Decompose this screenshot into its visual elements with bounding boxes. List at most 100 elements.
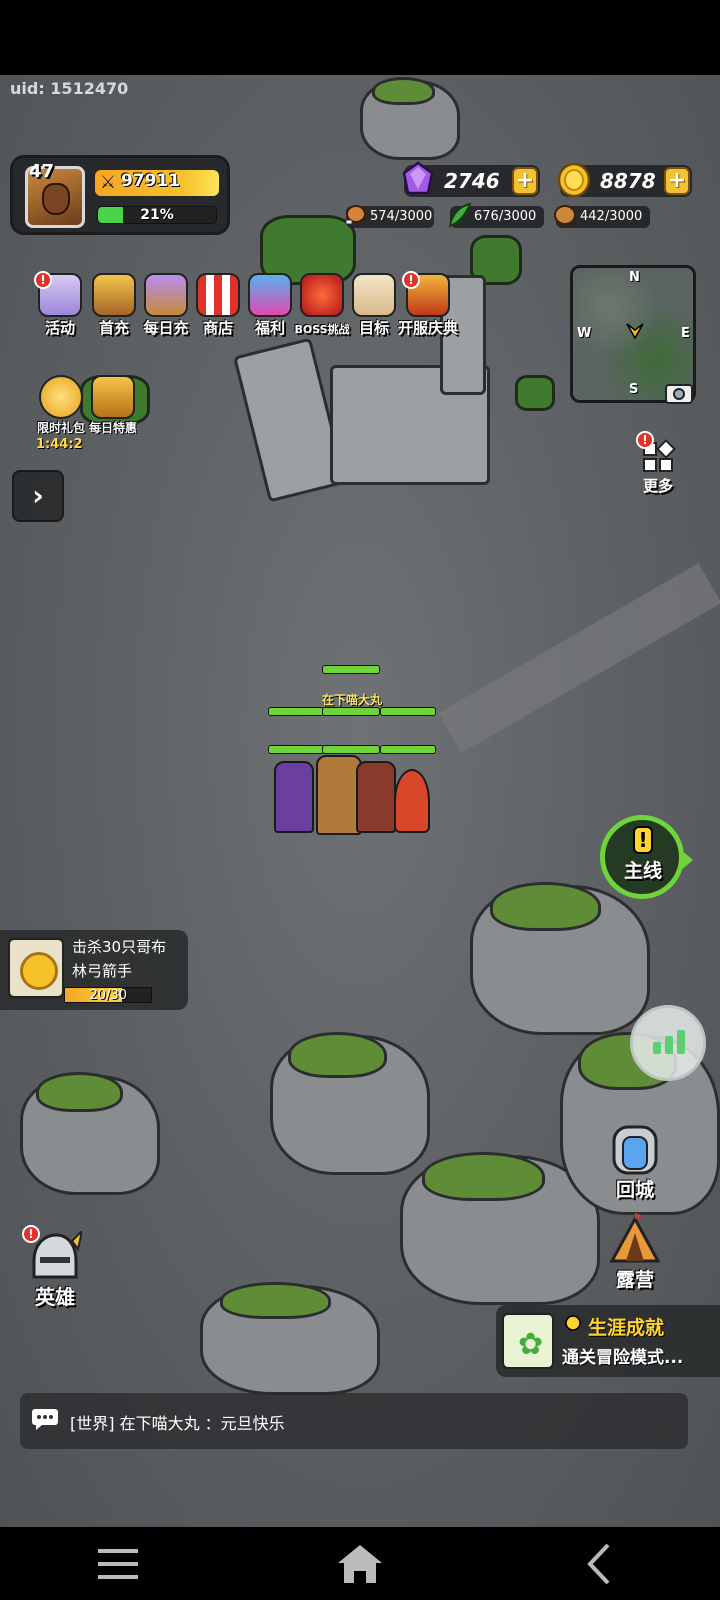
treasure-cart-icon: [144, 273, 188, 317]
gold-counter: 8878 +: [557, 162, 692, 198]
add-gold-button[interactable]: +: [664, 167, 690, 195]
signal-bars-icon: [653, 1042, 661, 1054]
career-achievement[interactable]: ✿ 生涯成就 通关冒险模式...: [496, 1305, 720, 1377]
gem-amount: 2746: [444, 169, 500, 193]
hero-barbarian: [356, 761, 396, 833]
main-quest-button[interactable]: ! 主线: [600, 815, 693, 899]
clover-icon: ✿: [502, 1313, 554, 1369]
gift-box-icon: [248, 273, 292, 317]
hp-bar: [322, 745, 380, 754]
hp-bar: [268, 745, 324, 754]
gem-icon: [402, 161, 434, 195]
herb-amount: 676/3000: [474, 209, 537, 224]
world-chat-bar[interactable]: [世界] 在下喵大丸 ：元旦快乐: [20, 1393, 688, 1449]
tent-icon: [609, 1213, 661, 1263]
achievement-title: 生涯成就: [588, 1317, 665, 1339]
more-button[interactable]: ! 更多: [634, 431, 682, 497]
hp-bar: [322, 665, 380, 674]
portal-icon: [612, 1125, 658, 1175]
seed-amount: 442/3000: [580, 209, 643, 224]
activity-first-charge[interactable]: 首充: [88, 273, 140, 341]
back-icon[interactable]: [570, 1541, 630, 1587]
scroll-icon: [352, 273, 396, 317]
resource-herb: 676/3000: [448, 202, 544, 228]
shop-icon: [196, 273, 240, 317]
gold-coin-icon: [8, 938, 64, 998]
player-level: 47: [29, 161, 55, 182]
alert-badge-icon: !: [22, 1225, 40, 1243]
squad-leader-name: 在下喵大丸: [322, 693, 383, 707]
user-id: uid: 1512470: [10, 79, 129, 98]
compass-west: W: [577, 326, 592, 341]
return-city-button[interactable]: 回城: [600, 1123, 670, 1203]
heroes-button[interactable]: ! 英雄: [22, 1225, 88, 1311]
achievement-subtitle: 通关冒险模式...: [562, 1348, 684, 1368]
stopwatch-icon: [39, 375, 83, 419]
exp-percent: 21%: [140, 207, 174, 223]
activity-goals[interactable]: 目标: [348, 273, 400, 341]
menu-icon[interactable]: [88, 1541, 148, 1587]
boulder: [270, 1032, 430, 1175]
hero-squad[interactable]: 在下喵大丸: [260, 665, 460, 855]
demon-icon: [300, 273, 344, 317]
meat-icon: [345, 205, 366, 225]
hp-bar: [268, 707, 324, 716]
boulder: [360, 77, 460, 160]
chat-bubble-icon: [32, 1409, 58, 1430]
home-icon[interactable]: [330, 1541, 390, 1587]
quest-progress-bar: 20/30: [64, 987, 152, 1003]
exclamation-icon: !: [633, 826, 653, 854]
hero-mage: [274, 761, 314, 833]
activity-daily-deal[interactable]: 每日特惠: [86, 375, 140, 449]
expand-menu-button[interactable]: ›: [12, 470, 64, 522]
seed-icon: [554, 205, 576, 225]
status-bar: [0, 0, 720, 75]
alert-badge-icon: !: [402, 271, 420, 289]
network-signal-button[interactable]: [630, 1005, 706, 1081]
gem-counter: 2746 +: [402, 161, 540, 197]
activity-boss-challenge[interactable]: BOSS挑战: [294, 273, 350, 341]
herb-icon: [448, 202, 472, 228]
medal-icon: [565, 1315, 581, 1331]
camera-icon[interactable]: [662, 375, 696, 409]
quest-text-line1: 击杀30只哥布: [72, 938, 167, 956]
arrow-right-icon: [681, 850, 693, 870]
hp-bar: [322, 707, 380, 716]
add-gems-button[interactable]: +: [512, 167, 538, 195]
alert-badge-icon: !: [34, 271, 52, 289]
pack-timer: 1:44:2: [36, 437, 83, 452]
boulder: [200, 1282, 380, 1395]
combat-power: 97911: [121, 171, 181, 191]
resource-seed: 442/3000: [554, 205, 650, 228]
boulder: [20, 1072, 160, 1195]
crossed-swords-icon: ⚔: [99, 172, 117, 193]
activity-server-celebration[interactable]: ! 开服庆典: [398, 271, 458, 341]
gold-amount: 8878: [600, 169, 656, 193]
chat-message: [世界] 在下喵大丸 ：元旦快乐: [70, 1414, 285, 1433]
game-map[interactable]: uid: 1512470 47 ⚔ 97911 21% 2746 + 8878 …: [0, 75, 720, 1527]
player-panel[interactable]: 47 ⚔ 97911 21%: [10, 155, 230, 235]
hero-archer: [394, 769, 430, 833]
compass-south: S: [629, 382, 639, 397]
quest-text-line2: 林弓箭手: [72, 962, 133, 980]
player-location-icon: [626, 323, 644, 340]
activity-daily-charge[interactable]: 每日充: [140, 273, 192, 341]
compass-north: N: [629, 270, 640, 285]
resource-meat: 574/3000: [345, 205, 434, 228]
activity-shop[interactable]: 商店: [192, 273, 244, 341]
camp-button[interactable]: 露营: [600, 1213, 670, 1293]
quest-tracker[interactable]: 击杀30只哥布 林弓箭手 20/30: [0, 930, 188, 1010]
king-icon: [92, 273, 136, 317]
boulder: [470, 882, 650, 1035]
scale-icon: [91, 375, 135, 419]
compass-east: E: [681, 326, 690, 341]
activity-welfare[interactable]: 福利: [244, 273, 296, 341]
alert-badge-icon: !: [636, 431, 654, 449]
activity-event[interactable]: ! 活动: [34, 271, 86, 341]
gold-coin-icon: [557, 162, 591, 198]
quest-progress: 20/30: [89, 988, 127, 1003]
tree: [515, 375, 555, 411]
stone-path: [438, 563, 720, 753]
hp-bar: [380, 707, 436, 716]
hero-face-icon: [42, 183, 70, 215]
